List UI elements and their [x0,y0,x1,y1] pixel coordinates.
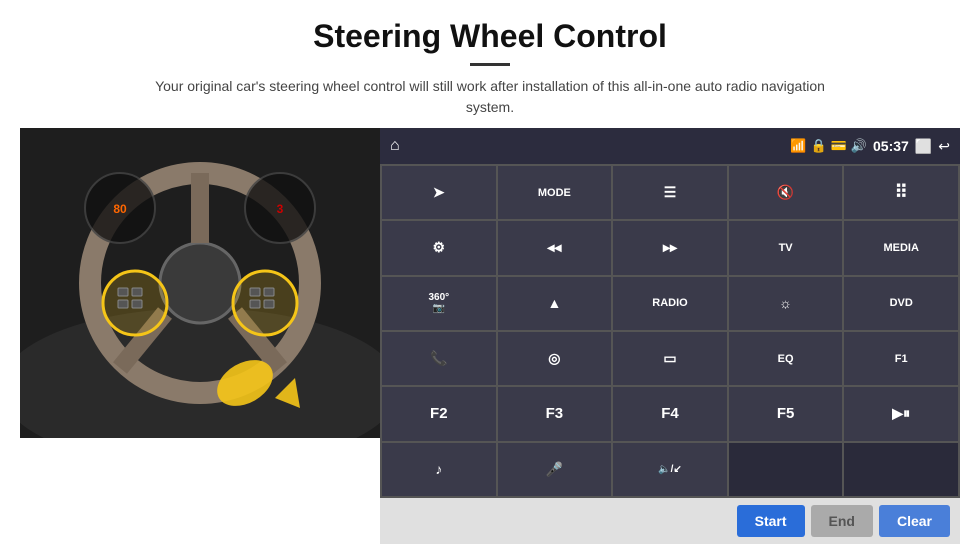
btn-brightness[interactable]: ☼ [729,277,843,330]
btn-mute[interactable]: 🔇 [729,166,843,219]
btn-gps[interactable]: ◎ [498,332,612,385]
bt-icon: 🔊 [851,138,867,154]
end-button[interactable]: End [811,505,873,537]
btn-radio[interactable]: RADIO [613,277,727,330]
btn-f4[interactable]: F4 [613,387,727,440]
time-display: 05:37 [873,138,909,154]
steering-wheel-image: 80 3 [20,128,380,438]
subtitle-text: Your original car's steering wheel contr… [140,76,840,118]
btn-vol-phone[interactable]: 🔈/↙ [613,443,727,496]
btn-empty-2 [844,443,958,496]
btn-play-pause[interactable]: ▶⏸ [844,387,958,440]
header-section: Steering Wheel Control Your original car… [0,0,980,128]
btn-screen[interactable]: ▭ [613,332,727,385]
btn-microphone[interactable]: 🎤 [498,443,612,496]
window-icon: ⬜ [915,138,932,155]
top-bar-left: ⌂ [390,137,400,155]
status-bar: ⌂ 📶 🔒 💳 🔊 05:37 ⬜ ↩ [380,128,960,164]
btn-dvd[interactable]: DVD [844,277,958,330]
btn-music[interactable]: ♪ [382,443,496,496]
btn-eject[interactable]: ▲ [498,277,612,330]
btn-prev-track[interactable]: ◂◂ [498,221,612,274]
svg-text:80: 80 [113,202,127,216]
page-container: Steering Wheel Control Your original car… [0,0,980,544]
btn-phone[interactable]: 📞 [382,332,496,385]
btn-f2[interactable]: F2 [382,387,496,440]
btn-empty-1 [729,443,843,496]
bottom-action-bar: Start End Clear [380,498,960,544]
btn-tv[interactable]: TV [729,221,843,274]
steering-wheel-svg: 80 3 [20,128,380,438]
content-row: 80 3 ⌂ 📶 🔒 💳 [0,128,980,544]
btn-settings[interactable]: ⚙ [382,221,496,274]
clear-button[interactable]: Clear [879,505,950,537]
btn-eq[interactable]: EQ [729,332,843,385]
btn-f3[interactable]: F3 [498,387,612,440]
btn-apps[interactable]: ⠿ [844,166,958,219]
control-panel: ⌂ 📶 🔒 💳 🔊 05:37 ⬜ ↩ ➤ [380,128,960,544]
btn-360[interactable]: 360°📷 [382,277,496,330]
start-button[interactable]: Start [737,505,805,537]
buttons-grid: ➤ MODE ☰ 🔇 ⠿ ⚙ ◂◂ ▸▸ TV MEDIA 360°📷 ▲ RA… [380,164,960,498]
wifi-icon: 📶 [790,138,806,154]
btn-navigate[interactable]: ➤ [382,166,496,219]
btn-f5[interactable]: F5 [729,387,843,440]
page-title: Steering Wheel Control [40,18,940,55]
back-icon[interactable]: ↩ [938,138,950,155]
svg-text:3: 3 [277,202,284,216]
btn-mode[interactable]: MODE [498,166,612,219]
home-icon[interactable]: ⌂ [390,137,400,155]
btn-list[interactable]: ☰ [613,166,727,219]
sd-icon: 💳 [831,138,847,154]
btn-media[interactable]: MEDIA [844,221,958,274]
lock-icon: 🔒 [810,138,826,154]
title-divider [470,63,510,66]
status-icons: 📶 🔒 💳 🔊 [790,138,867,154]
btn-next-track[interactable]: ▸▸ [613,221,727,274]
btn-f1[interactable]: F1 [844,332,958,385]
top-bar-right: 📶 🔒 💳 🔊 05:37 ⬜ ↩ [790,138,950,155]
